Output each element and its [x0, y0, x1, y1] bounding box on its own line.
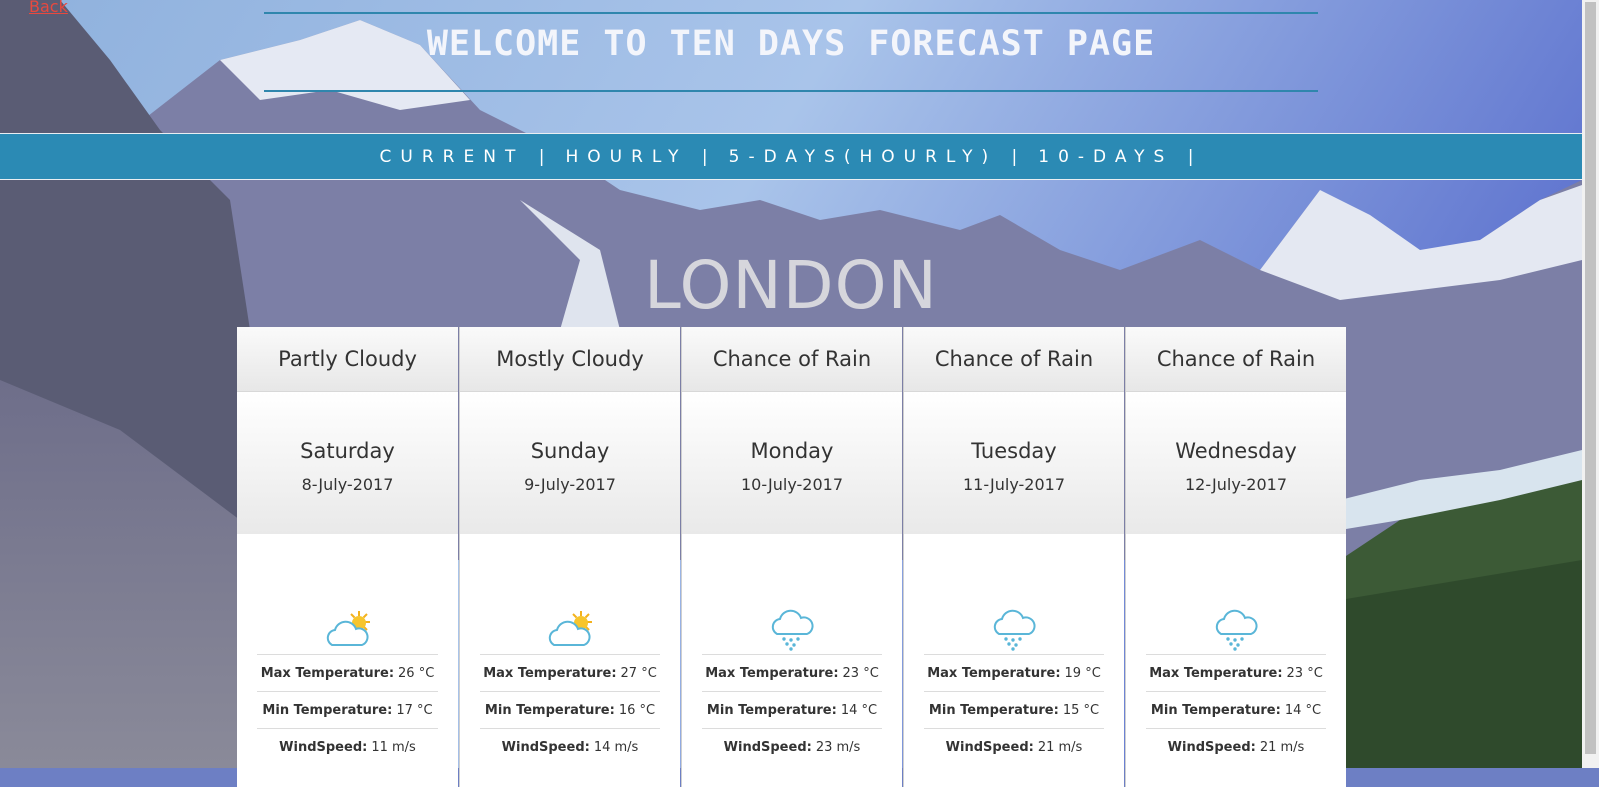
- forecast-card: Mostly Cloudy Sunday 9-July-2017 Max Tem…: [459, 327, 680, 787]
- card-day: Monday: [750, 439, 834, 463]
- min-temperature-label: Min Temperature:: [706, 702, 837, 718]
- min-temperature-value: 17 °C: [396, 702, 433, 718]
- min-temperature: Min Temperature: 16 °C: [480, 691, 660, 728]
- max-temperature-label: Max Temperature:: [705, 665, 839, 681]
- city-name: LONDON: [644, 247, 938, 324]
- card-date-block: Wednesday 12-July-2017: [1126, 392, 1346, 534]
- forecast-card: Chance of Rain Tuesday 11-July-2017 Max …: [903, 327, 1124, 787]
- wind-speed-value: 23 m/s: [815, 739, 861, 755]
- forecast-card: Chance of Rain Monday 10-July-2017 Max T…: [681, 327, 902, 787]
- nav-5-days-hourly[interactable]: 5-DAYS(HOURLY) |: [729, 147, 1027, 167]
- max-temperature-value: 19 °C: [1064, 665, 1101, 681]
- wind-speed-value: 11 m/s: [371, 739, 416, 755]
- wind-speed-value: 21 m/s: [1037, 739, 1083, 755]
- card-date-block: Saturday 8-July-2017: [237, 392, 458, 534]
- card-date-block: Tuesday 11-July-2017: [904, 392, 1124, 534]
- card-date-block: Sunday 9-July-2017: [460, 392, 680, 534]
- max-temperature: Max Temperature: 27 °C: [480, 654, 660, 691]
- wind-speed: WindSpeed: 21 m/s: [924, 728, 1104, 765]
- min-temperature-value: 15 °C: [1062, 702, 1100, 718]
- vertical-scrollbar[interactable]: [1582, 0, 1599, 768]
- max-temperature-value: 27 °C: [620, 665, 657, 681]
- partly-cloudy-icon: [237, 534, 458, 654]
- nav-hourly[interactable]: HOURLY |: [565, 147, 716, 167]
- min-temperature-label: Min Temperature:: [928, 702, 1059, 718]
- card-condition: Mostly Cloudy: [460, 327, 680, 392]
- header-rule-bottom: [264, 90, 1318, 92]
- forecast-card: Chance of Rain Wednesday 12-July-2017 Ma…: [1125, 327, 1346, 787]
- wind-speed: WindSpeed: 23 m/s: [702, 728, 882, 765]
- max-temperature-value: 26 °C: [398, 665, 435, 681]
- wind-speed-label: WindSpeed:: [501, 739, 590, 755]
- card-stats: Max Temperature: 26 °C Min Temperature: 17…: [257, 654, 438, 765]
- forecast-cards: Partly Cloudy Saturday 8-July-2017 Max T…: [237, 327, 1347, 787]
- wind-speed-label: WindSpeed:: [279, 739, 368, 755]
- min-temperature: Min Temperature: 14 °C: [702, 691, 882, 728]
- card-day: Tuesday: [971, 439, 1057, 463]
- partly-cloudy-icon: [460, 534, 680, 654]
- card-date-block: Monday 10-July-2017: [682, 392, 902, 534]
- rain-cloud-icon: [682, 534, 902, 654]
- max-temperature: Max Temperature: 19 °C: [924, 654, 1104, 691]
- card-day: Wednesday: [1175, 439, 1297, 463]
- card-condition: Chance of Rain: [1126, 327, 1346, 392]
- card-stats: Max Temperature: 27 °C Min Temperature: 16…: [480, 654, 660, 765]
- card-date: 9-July-2017: [524, 475, 616, 494]
- card-day: Saturday: [300, 439, 395, 463]
- max-temperature: Max Temperature: 23 °C: [702, 654, 882, 691]
- card-stats: Max Temperature: 23 °C Min Temperature: 14…: [702, 654, 882, 765]
- wind-speed: WindSpeed: 21 m/s: [1146, 728, 1326, 765]
- wind-speed: WindSpeed: 11 m/s: [257, 728, 438, 765]
- min-temperature-label: Min Temperature:: [484, 702, 615, 718]
- wind-speed-label: WindSpeed:: [945, 739, 1034, 755]
- card-condition: Partly Cloudy: [237, 327, 458, 392]
- max-temperature-label: Max Temperature:: [260, 665, 395, 681]
- card-condition: Chance of Rain: [682, 327, 902, 392]
- max-temperature-label: Max Temperature:: [927, 665, 1061, 681]
- min-temperature-value: 16 °C: [618, 702, 656, 718]
- min-temperature-label: Min Temperature:: [1150, 702, 1281, 718]
- min-temperature-value: 14 °C: [840, 702, 878, 718]
- min-temperature: Min Temperature: 17 °C: [257, 691, 438, 728]
- wind-speed: WindSpeed: 14 m/s: [480, 728, 660, 765]
- max-temperature-label: Max Temperature:: [1149, 665, 1283, 681]
- card-stats: Max Temperature: 19 °C Min Temperature: 15…: [924, 654, 1104, 765]
- page-title: WELCOME TO TEN DAYS FORECAST PAGE: [426, 24, 1156, 64]
- wind-speed-value: 14 m/s: [593, 739, 639, 755]
- wind-speed-value: 21 m/s: [1259, 739, 1305, 755]
- card-condition: Chance of Rain: [904, 327, 1124, 392]
- rain-cloud-icon: [1126, 534, 1346, 654]
- card-date: 8-July-2017: [301, 475, 394, 494]
- min-temperature: Min Temperature: 14 °C: [1146, 691, 1326, 728]
- max-temperature-label: Max Temperature:: [483, 665, 617, 681]
- min-temperature-value: 14 °C: [1284, 702, 1322, 718]
- card-date: 12-July-2017: [1184, 475, 1287, 494]
- forecast-card: Partly Cloudy Saturday 8-July-2017 Max T…: [237, 327, 458, 787]
- back-link[interactable]: Back: [29, 0, 68, 16]
- header-rule-top: [264, 12, 1318, 14]
- scrollbar-thumb[interactable]: [1585, 2, 1596, 754]
- wind-speed-label: WindSpeed:: [723, 739, 812, 755]
- max-temperature: Max Temperature: 26 °C: [257, 654, 438, 691]
- min-temperature-label: Min Temperature:: [262, 702, 393, 718]
- card-date: 11-July-2017: [962, 475, 1065, 494]
- wind-speed-label: WindSpeed:: [1167, 739, 1256, 755]
- max-temperature-value: 23 °C: [842, 665, 879, 681]
- rain-cloud-icon: [904, 534, 1124, 654]
- card-date: 10-July-2017: [740, 475, 843, 494]
- max-temperature: Max Temperature: 23 °C: [1146, 654, 1326, 691]
- card-day: Sunday: [530, 439, 610, 463]
- card-stats: Max Temperature: 23 °C Min Temperature: 14…: [1146, 654, 1326, 765]
- nav-current[interactable]: CURRENT |: [380, 147, 554, 167]
- min-temperature: Min Temperature: 15 °C: [924, 691, 1104, 728]
- max-temperature-value: 23 °C: [1286, 665, 1323, 681]
- nav-10-days[interactable]: 10-DAYS |: [1038, 147, 1202, 167]
- forecast-navbar: CURRENT | HOURLY | 5-DAYS(HOURLY) | 10-D…: [0, 133, 1582, 180]
